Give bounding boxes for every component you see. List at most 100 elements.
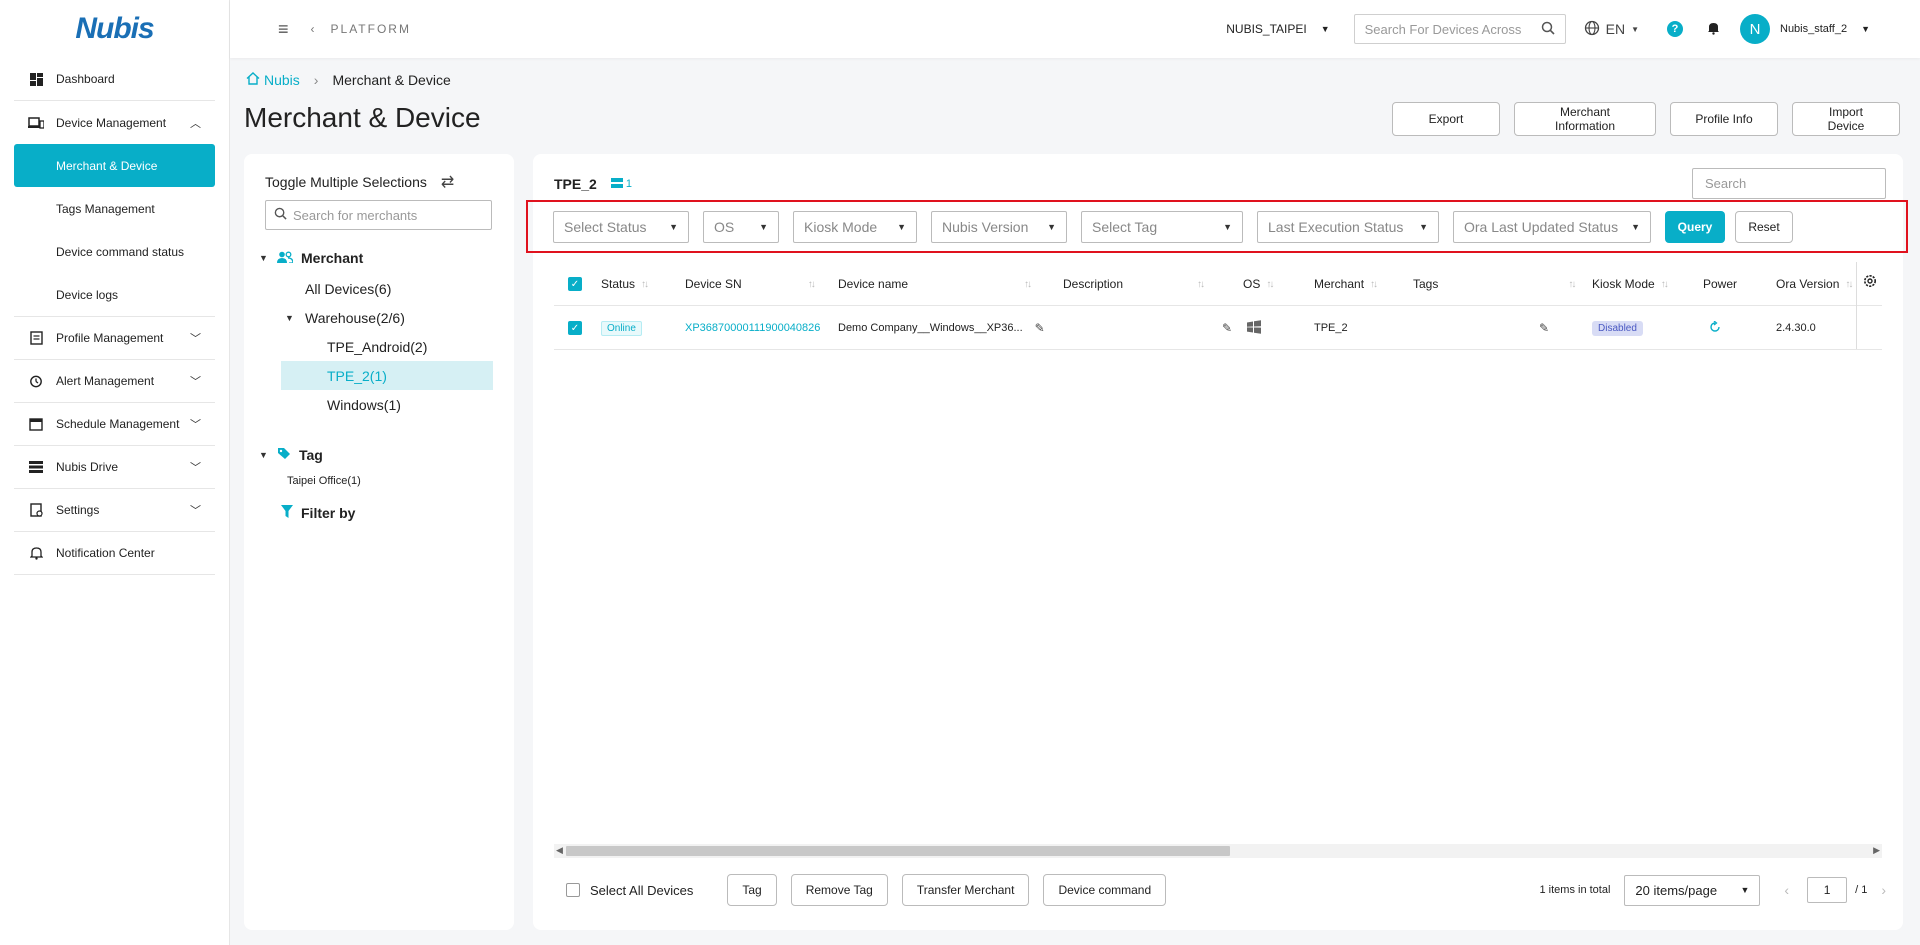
page-number-input[interactable]: 1 xyxy=(1807,877,1848,903)
sidebar-item-nubis-drive[interactable]: Nubis Drive ﹀ xyxy=(14,446,215,489)
platform-back[interactable]: ‹ PLATFORM xyxy=(311,22,411,36)
status-select[interactable]: Select Status ▼ xyxy=(553,210,689,243)
tag-button[interactable]: Tag xyxy=(727,874,777,906)
sidebar-item-tags-management[interactable]: Tags Management xyxy=(14,187,215,230)
sort-icon[interactable]: ↑↓ xyxy=(1661,279,1669,290)
column-kiosk-mode[interactable]: Kiosk Mode ↑↓ xyxy=(1592,262,1669,306)
tree-node-tpe-2[interactable]: TPE_2(1) xyxy=(281,361,493,390)
tag-select[interactable]: Select Tag ▼ xyxy=(1081,210,1243,243)
kiosk-mode-select[interactable]: Kiosk Mode ▼ xyxy=(793,210,917,243)
sort-icon[interactable]: ↑↓ xyxy=(1568,279,1576,290)
tree-node-taipei-office[interactable]: Taipei Office(1) xyxy=(265,467,493,495)
swap-arrows-icon[interactable]: ⇄ xyxy=(441,172,454,192)
query-button[interactable]: Query xyxy=(1665,210,1725,243)
edit-pencil-icon[interactable]: ✎ xyxy=(1035,321,1045,335)
sort-icon[interactable]: ↑↓ xyxy=(1370,279,1378,290)
transfer-merchant-button[interactable]: Transfer Merchant xyxy=(901,874,1030,906)
sort-icon[interactable]: ↑↓ xyxy=(1266,279,1274,290)
reset-button[interactable]: Reset xyxy=(1735,210,1793,243)
column-tags[interactable]: Tags ↑↓ xyxy=(1413,262,1576,306)
language-selector[interactable]: EN ▼ xyxy=(1584,20,1639,39)
username[interactable]: Nubis_staff_2 xyxy=(1780,23,1847,35)
tree-tag-header[interactable]: ▼ Tag xyxy=(259,443,493,467)
ora-last-updated-select[interactable]: Ora Last Updated Status ▼ xyxy=(1453,210,1651,243)
sort-icon[interactable]: ↑↓ xyxy=(641,279,649,290)
merchant-search-input[interactable]: Search for merchants xyxy=(265,200,492,230)
row-device-sn[interactable]: XP36870000111900040826 xyxy=(685,306,820,350)
row-power[interactable] xyxy=(1709,306,1721,350)
tree-node-all-devices[interactable]: All Devices(6) xyxy=(265,274,493,303)
page-size-select[interactable]: 20 items/page ▼ xyxy=(1624,874,1761,906)
sidebar-item-settings[interactable]: Settings ﹀ xyxy=(14,489,215,532)
column-device-name[interactable]: Device name ↑↓ xyxy=(838,262,1032,306)
tree-node-tpe-android[interactable]: TPE_Android(2) xyxy=(265,332,493,361)
profile-info-button[interactable]: Profile Info xyxy=(1670,102,1778,136)
refresh-icon[interactable] xyxy=(1709,319,1721,336)
os-select[interactable]: OS ▼ xyxy=(703,210,779,243)
import-device-button[interactable]: Import Device xyxy=(1792,102,1900,136)
edit-pencil-icon[interactable]: ✎ xyxy=(1222,321,1232,335)
global-search-input[interactable]: Search For Devices Across xyxy=(1353,14,1566,44)
sidebar-item-device-management[interactable]: Device Management ︿ xyxy=(14,101,215,144)
table-row[interactable]: ✓ Online XP36870000111900040826 Demo Com… xyxy=(554,306,1882,350)
column-description[interactable]: Description ↑↓ xyxy=(1063,262,1205,306)
caret-down-icon[interactable]: ▼ xyxy=(259,450,269,460)
org-selector[interactable]: NUBIS_TAIPEI ▼ xyxy=(1226,22,1329,36)
device-command-button[interactable]: Device command xyxy=(1043,874,1167,906)
prev-page-icon[interactable]: ‹ xyxy=(1784,882,1789,898)
column-ora-version[interactable]: Ora Version ↑↓ xyxy=(1776,262,1853,306)
sidebar-item-device-command-status[interactable]: Device command status xyxy=(14,230,215,273)
sidebar-item-alert-management[interactable]: Alert Management ﹀ xyxy=(14,360,215,403)
logo[interactable]: Nubis xyxy=(0,0,229,58)
tree-node-windows[interactable]: Windows(1) xyxy=(265,390,493,419)
sidebar-item-merchant-device[interactable]: Merchant & Device xyxy=(14,144,215,187)
bell-icon[interactable] xyxy=(1707,21,1720,38)
select-all-checkbox[interactable]: ✓ xyxy=(568,262,582,306)
sidebar-item-notification-center[interactable]: Notification Center xyxy=(14,532,215,575)
tree-merchant-header[interactable]: ▼ Merchant xyxy=(259,246,493,270)
sidebar-item-schedule-management[interactable]: Schedule Management ﹀ xyxy=(14,403,215,446)
scroll-left-icon[interactable]: ◀ xyxy=(556,845,563,856)
horizontal-scrollbar[interactable]: ◀ ▶ xyxy=(554,844,1882,858)
filter-by-header[interactable]: Filter by xyxy=(281,501,493,525)
merchant-information-button[interactable]: Merchant Information xyxy=(1514,102,1656,136)
scroll-right-icon[interactable]: ▶ xyxy=(1873,845,1880,856)
export-button[interactable]: Export xyxy=(1392,102,1500,136)
sort-icon[interactable]: ↑↓ xyxy=(808,279,816,290)
sort-icon[interactable]: ↑↓ xyxy=(1845,279,1853,290)
row-description-edit[interactable]: ✎ xyxy=(1222,306,1232,350)
avatar[interactable]: N xyxy=(1740,14,1770,44)
caret-down-icon[interactable]: ▼ xyxy=(259,253,269,263)
last-execution-status-select[interactable]: Last Execution Status ▼ xyxy=(1257,210,1439,243)
breadcrumb-home-label: Nubis xyxy=(264,72,300,88)
chevron-up-icon: ︿ xyxy=(190,117,201,130)
caret-down-icon[interactable]: ▼ xyxy=(285,313,295,323)
sort-icon[interactable]: ↑↓ xyxy=(1024,279,1032,290)
remove-tag-button[interactable]: Remove Tag xyxy=(790,874,888,906)
column-status[interactable]: Status ↑↓ xyxy=(601,262,649,306)
help-icon[interactable]: ? xyxy=(1667,21,1683,37)
nubis-version-select[interactable]: Nubis Version ▼ xyxy=(931,210,1067,243)
tree-node-warehouse[interactable]: ▼ Warehouse(2/6) xyxy=(265,303,493,332)
device-search-input[interactable]: Search xyxy=(1692,168,1886,199)
breadcrumb-home[interactable]: Nubis xyxy=(246,72,300,88)
search-icon[interactable] xyxy=(1541,21,1555,38)
menu-icon[interactable]: ≡ xyxy=(278,19,289,40)
scrollbar-thumb[interactable] xyxy=(566,846,1230,856)
sidebar-item-dashboard[interactable]: Dashboard xyxy=(14,58,215,101)
row-tags-edit[interactable]: ✎ xyxy=(1539,306,1549,350)
select-all-checkbox-empty[interactable] xyxy=(566,883,580,897)
kiosk-badge: Disabled xyxy=(1592,320,1643,336)
sort-icon[interactable]: ↑↓ xyxy=(1197,279,1205,290)
caret-down-icon[interactable]: ▼ xyxy=(1861,24,1870,34)
column-os[interactable]: OS ↑↓ xyxy=(1243,262,1274,306)
column-device-sn[interactable]: Device SN ↑↓ xyxy=(685,262,816,306)
edit-pencil-icon[interactable]: ✎ xyxy=(1539,321,1549,335)
toggle-multiple-selections[interactable]: Toggle Multiple Selections ⇄ xyxy=(265,172,493,192)
next-page-icon[interactable]: › xyxy=(1881,882,1886,898)
column-merchant[interactable]: Merchant ↑↓ xyxy=(1314,262,1378,306)
row-checkbox[interactable]: ✓ xyxy=(568,306,582,350)
sidebar-item-device-logs[interactable]: Device logs xyxy=(14,273,215,316)
sidebar-item-profile-management[interactable]: Profile Management ﹀ xyxy=(14,317,215,360)
select-all-devices[interactable]: Select All Devices xyxy=(566,883,693,898)
